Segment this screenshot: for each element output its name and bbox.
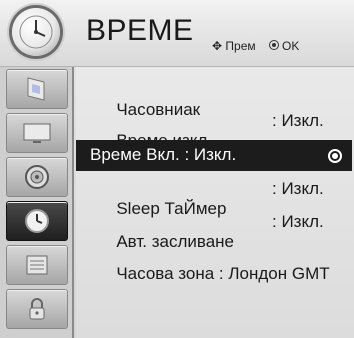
- key-hints: ✥ Прем OK: [212, 39, 299, 53]
- move-arrows-icon: ✥: [212, 39, 223, 53]
- sidebar-item-options[interactable]: [6, 245, 68, 285]
- menu-item-on-time[interactable]: Време Вкл. : Изкл.: [76, 140, 352, 171]
- ok-hint-label: OK: [281, 39, 300, 53]
- menu-item-sleep-timer[interactable]: Sleep ТаЙмер : Изкл.: [88, 179, 354, 218]
- menu-item-value: : Изкл.: [272, 179, 324, 198]
- screen-icon: [23, 123, 51, 143]
- sidebar-item-picture[interactable]: [6, 69, 68, 109]
- sidebar-item-time[interactable]: [6, 201, 68, 241]
- menu-header: ВРЕМЕ ✥ Прем OK: [0, 0, 354, 67]
- menu-item-time-zone[interactable]: Часова зона : Лондон GMT: [88, 244, 329, 283]
- menu-item-auto-sleep[interactable]: Авт. засливане : Изкл.: [88, 212, 354, 251]
- menu-item-value: : Изкл.: [272, 212, 324, 231]
- sidebar-item-audio[interactable]: [6, 157, 68, 197]
- picture-icon: [27, 77, 45, 101]
- options-icon: [26, 255, 48, 275]
- time-menu: Часовниак Време изкл : Изкл. Време Вкл. …: [76, 67, 354, 338]
- lock-icon: [29, 298, 45, 320]
- move-hint-label: Прем: [225, 39, 256, 53]
- audio-icon: [25, 165, 49, 189]
- selected-radio-icon: [328, 149, 342, 163]
- ok-button-icon: [268, 40, 279, 50]
- clock-icon: [12, 8, 60, 56]
- sidebar: [0, 67, 72, 338]
- sidebar-item-lock[interactable]: [6, 289, 68, 329]
- clock-icon: [25, 209, 49, 233]
- menu-item-label: Часова зона : Лондон GMT: [116, 264, 330, 283]
- menu-item-value: : Изкл.: [272, 111, 324, 130]
- sidebar-item-screen[interactable]: [6, 113, 68, 153]
- menu-item-clock[interactable]: Часовниак: [88, 80, 200, 119]
- osd-menu: ВРЕМЕ ✥ Прем OK Часовниак: Изкл. Време …: [0, 0, 354, 338]
- divider: [72, 67, 74, 338]
- menu-item-label: Време Вкл. : Изкл.: [90, 145, 237, 164]
- page-title: ВРЕМЕ: [86, 14, 194, 47]
- menu-item-off-time[interactable]: Време изкл : Изкл.: [88, 111, 354, 150]
